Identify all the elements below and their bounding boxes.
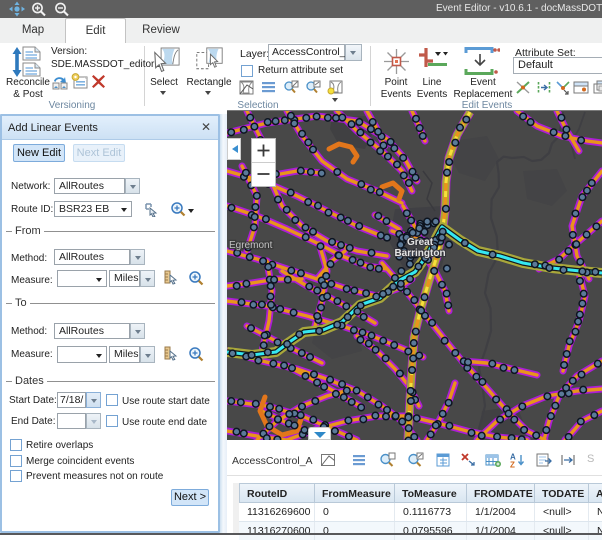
svg-text:Barrington: Barrington <box>394 248 445 259</box>
svg-text:Egremont: Egremont <box>229 240 273 251</box>
svg-text:Z: Z <box>510 461 515 469</box>
svg-text:Great: Great <box>407 237 434 248</box>
